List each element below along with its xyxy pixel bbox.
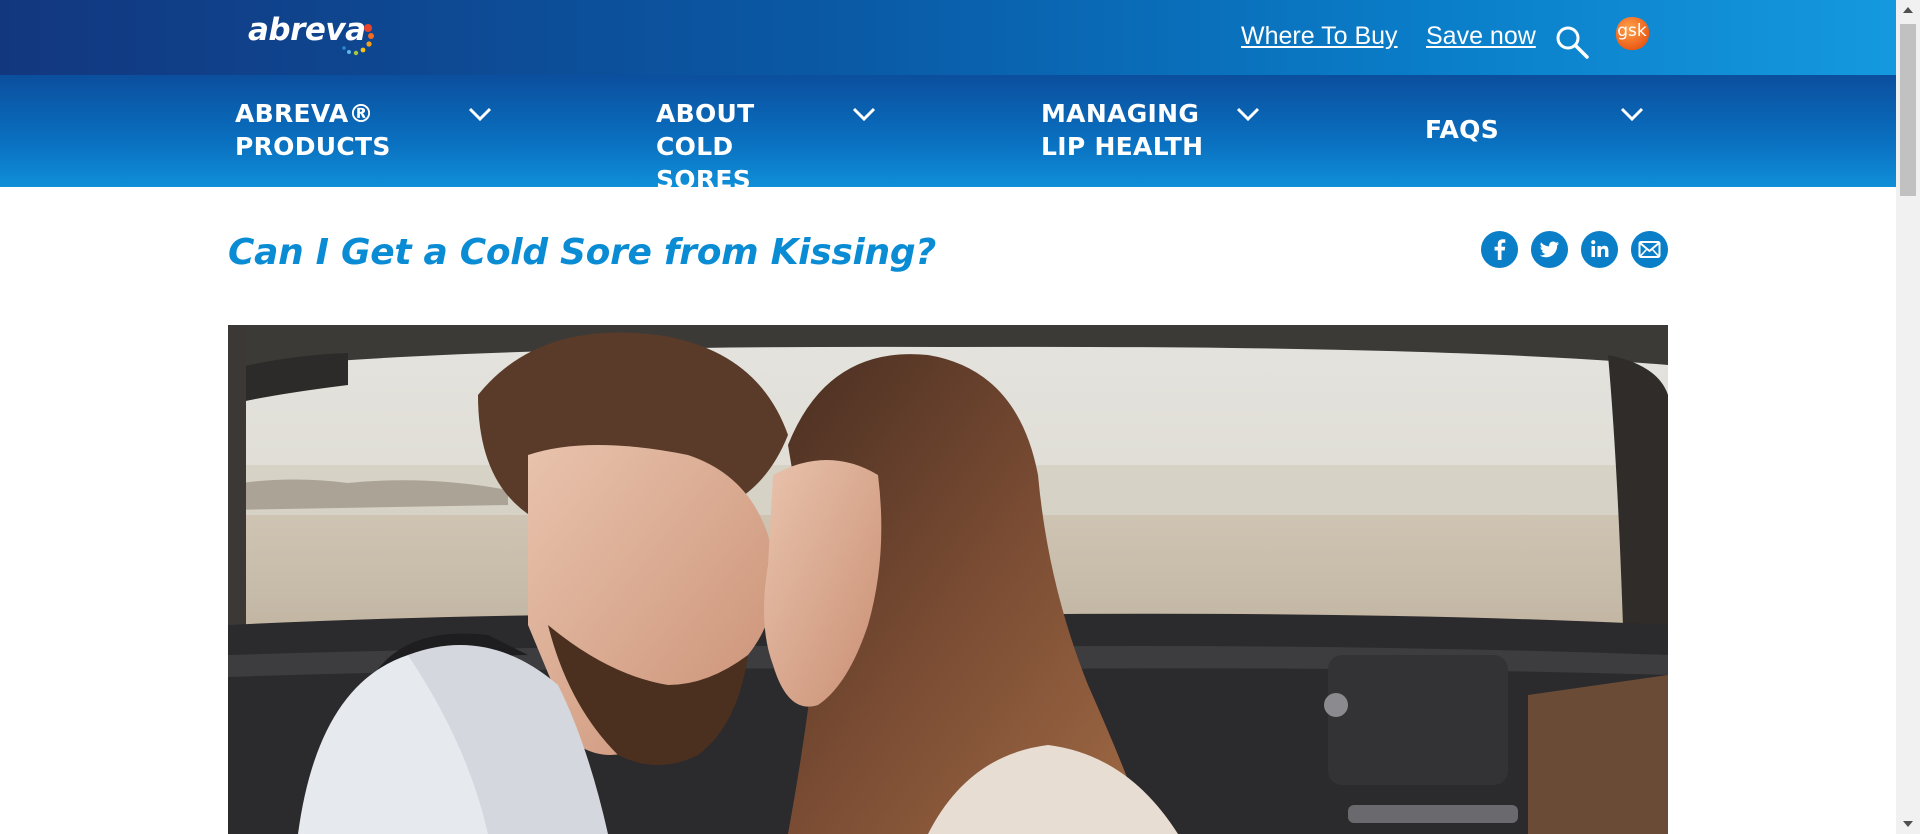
top-bar: abreva Where To Buy Save now gsk — [0, 0, 1896, 75]
facebook-share-button[interactable] — [1481, 231, 1518, 268]
nav-item-label: MANAGING LIP HEALTH — [1041, 99, 1204, 161]
linkedin-share-button[interactable] — [1581, 231, 1618, 268]
chevron-down-icon[interactable] — [1236, 107, 1260, 121]
nav-item-label: ABREVA® PRODUCTS — [235, 99, 391, 161]
scroll-down-arrow-icon[interactable] — [1896, 814, 1920, 834]
scrollbar-thumb[interactable] — [1900, 24, 1916, 196]
nav-item-about-cold-sores[interactable]: ABOUT COLD SORES — [656, 97, 876, 196]
email-share-button[interactable] — [1631, 231, 1668, 268]
hero-image — [228, 325, 1668, 834]
twitter-icon — [1539, 241, 1559, 258]
where-to-buy-link[interactable]: Where To Buy — [1241, 22, 1398, 51]
page-title: Can I Get a Cold Sore from Kissing? — [228, 232, 936, 273]
nav-item-label: FAQS — [1425, 115, 1500, 144]
page-scrollbar[interactable] — [1896, 0, 1920, 834]
couple-kissing-photo — [228, 325, 1668, 834]
abreva-logo[interactable]: abreva — [248, 10, 378, 56]
chevron-down-icon[interactable] — [1620, 107, 1644, 121]
chevron-down-icon[interactable] — [852, 107, 876, 121]
save-now-link[interactable]: Save now — [1426, 22, 1536, 51]
nav-item-label: ABOUT COLD SORES — [656, 99, 755, 194]
nav-item-faqs[interactable]: FAQS — [1425, 107, 1644, 146]
nav-item-managing-lip-health[interactable]: MANAGING LIP HEALTH — [1041, 97, 1260, 163]
gsk-logo-text: gsk — [1617, 21, 1647, 41]
email-icon — [1638, 241, 1661, 258]
twitter-share-button[interactable] — [1531, 231, 1568, 268]
gsk-logo[interactable]: gsk — [1612, 14, 1652, 54]
main-nav: ABREVA® PRODUCTS ABOUT COLD SORES MANAGI… — [0, 75, 1896, 194]
facebook-icon — [1494, 239, 1506, 260]
nav-item-abreva-products[interactable]: ABREVA® PRODUCTS — [235, 97, 492, 163]
chevron-down-icon[interactable] — [468, 107, 492, 121]
logo-dots-icon — [342, 24, 374, 56]
search-icon[interactable] — [1554, 24, 1590, 60]
linkedin-icon — [1591, 240, 1609, 257]
scroll-up-arrow-icon[interactable] — [1896, 0, 1920, 20]
